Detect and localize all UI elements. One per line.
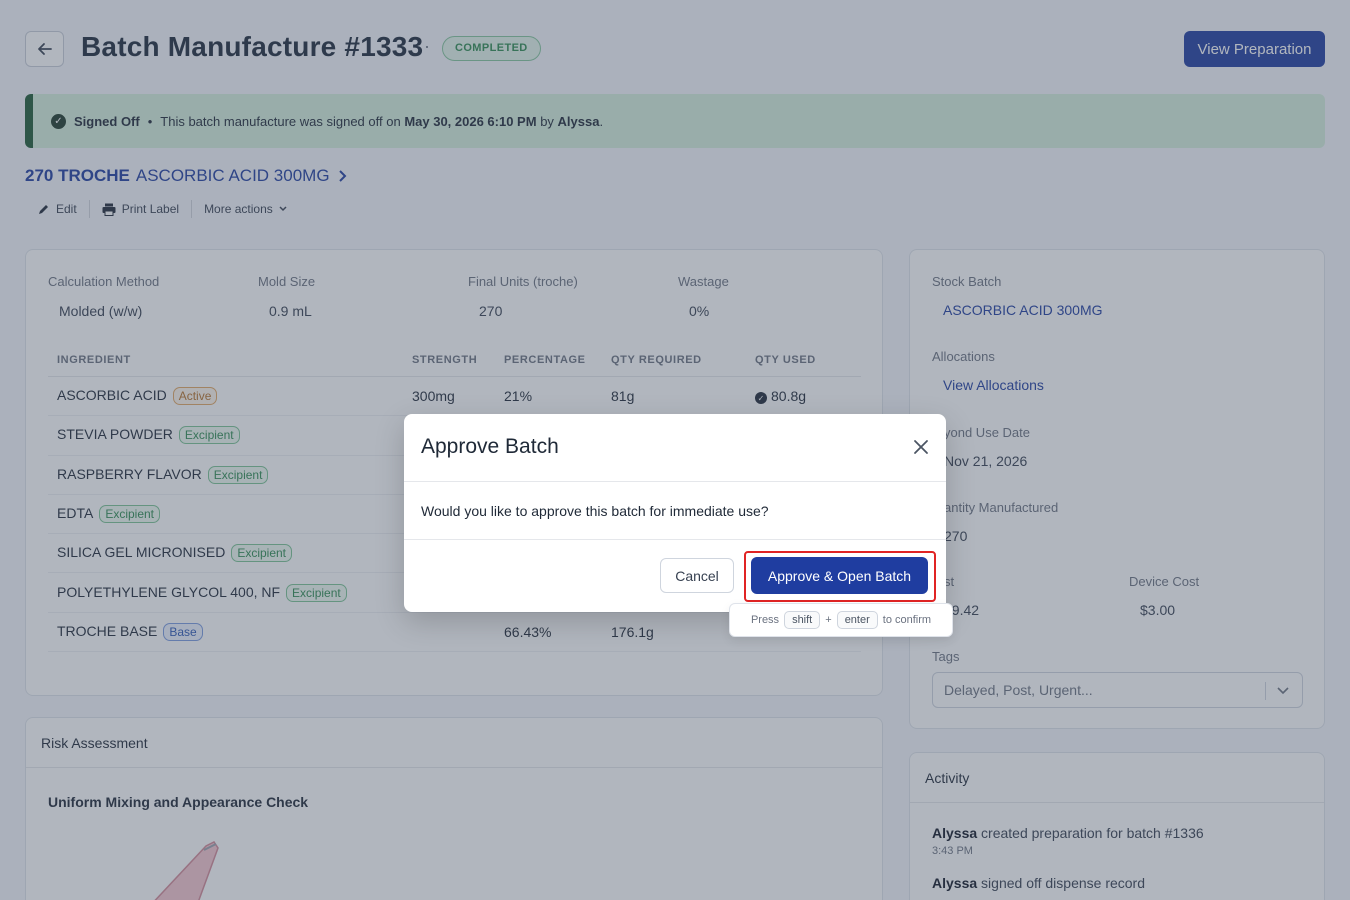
cancel-button[interactable]: Cancel [660,558,734,593]
close-icon [914,440,928,454]
keyboard-hint-tooltip: Press shift + enter to confirm [729,603,953,637]
dialog-title: Approve Batch [421,435,559,458]
shift-key: shift [784,611,821,629]
approve-open-batch-button[interactable]: Approve & Open Batch [751,557,928,594]
close-button[interactable] [910,436,932,458]
divider [404,481,946,482]
enter-key: enter [836,611,878,629]
divider [404,539,946,540]
approve-batch-dialog: Approve Batch Would you like to approve … [404,414,946,612]
dialog-message: Would you like to approve this batch for… [421,503,769,519]
